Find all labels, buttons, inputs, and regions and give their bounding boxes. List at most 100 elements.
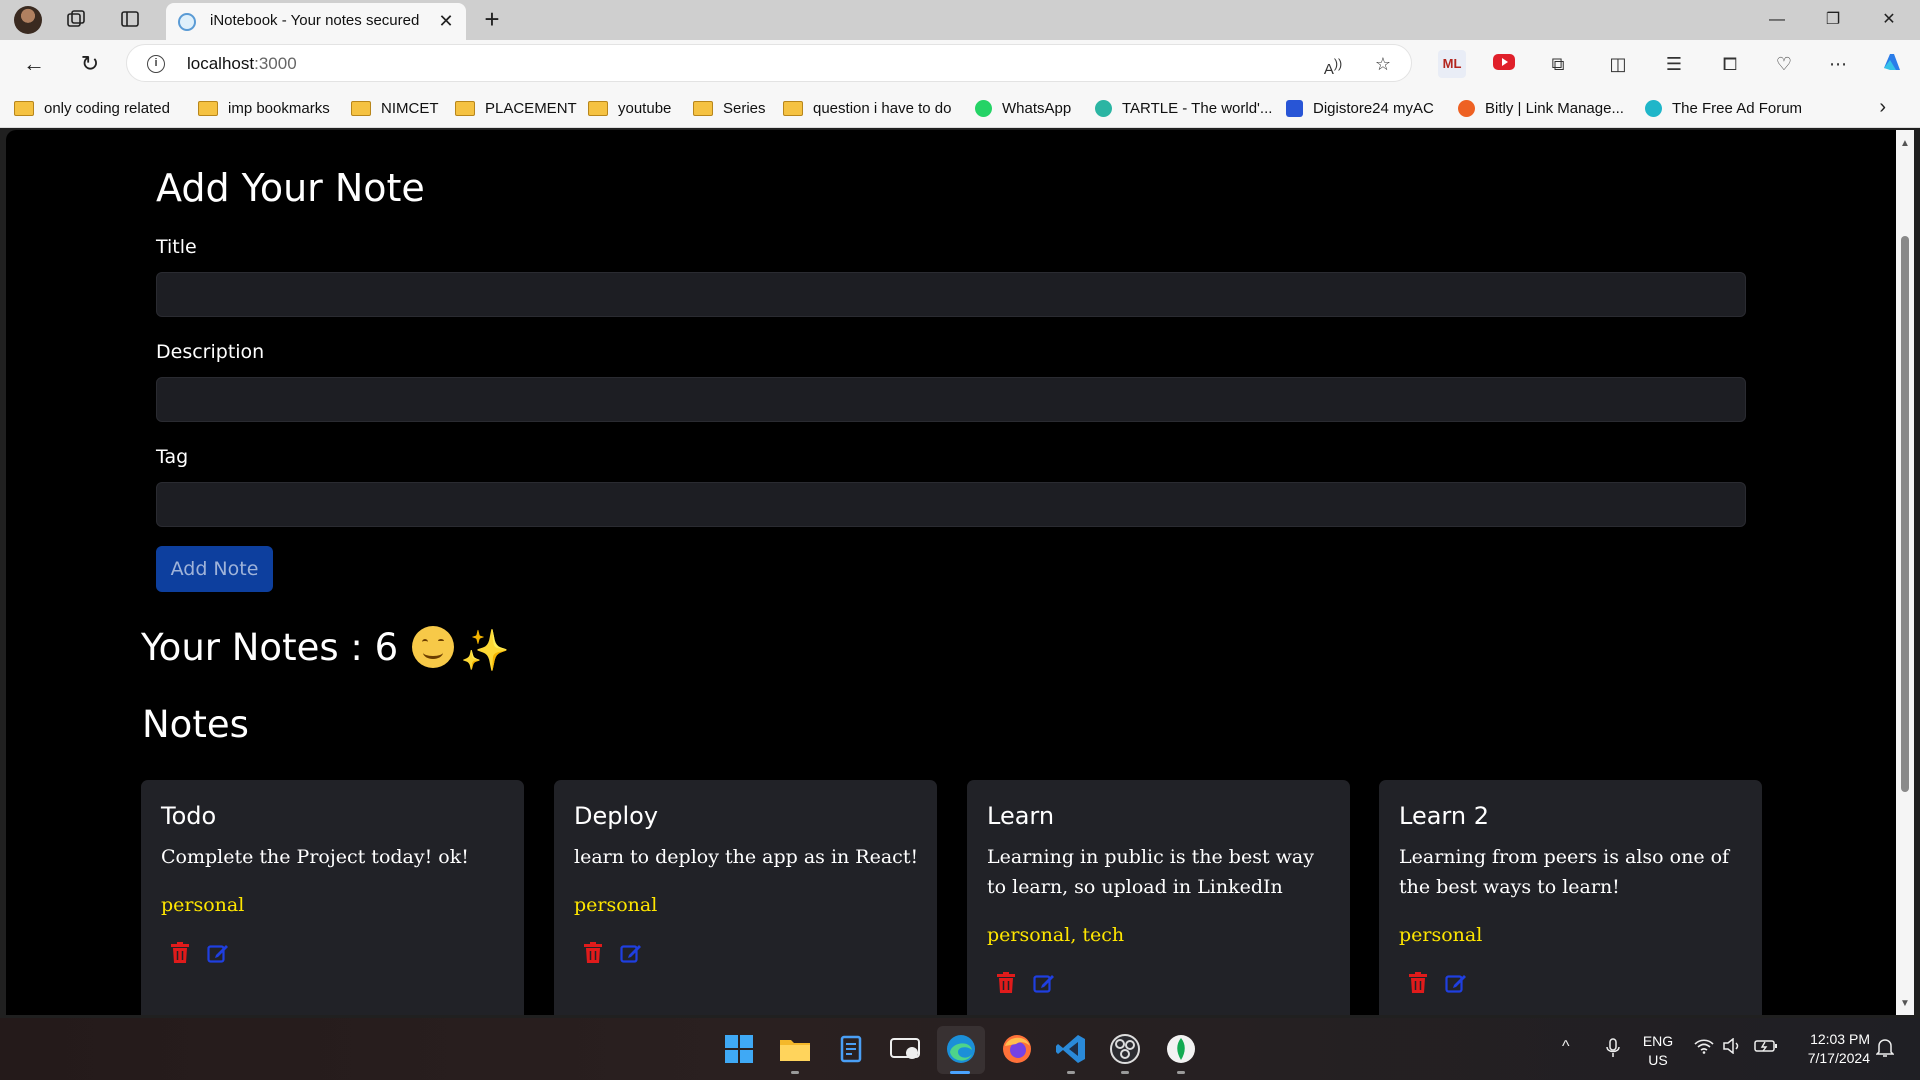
- edit-note-icon[interactable]: [620, 942, 642, 964]
- wifi-icon[interactable]: [1694, 1038, 1714, 1059]
- bookmark-tartle[interactable]: TARTLE - The world'...: [1095, 96, 1272, 120]
- folder-icon: [455, 100, 475, 116]
- extensions-puzzle-icon[interactable]: ⧉: [1544, 50, 1572, 78]
- clock-time: 12:03 PM: [1810, 1031, 1870, 1047]
- notification-bell-icon[interactable]: [1875, 1038, 1895, 1063]
- workspaces-icon[interactable]: [64, 8, 88, 32]
- edit-note-icon[interactable]: [1445, 972, 1467, 994]
- mongodb-compass-icon[interactable]: [1164, 1032, 1198, 1066]
- obs-running-indicator: [1121, 1071, 1129, 1074]
- add-note-heading: Add Your Note: [156, 166, 425, 210]
- browser-essentials-icon[interactable]: ♡: [1770, 50, 1798, 78]
- folder-icon: [198, 100, 218, 116]
- youtube-extension-icon[interactable]: [1490, 50, 1518, 78]
- notes-count-text: Your Notes : 6: [141, 626, 399, 669]
- note-title: Deploy: [574, 802, 659, 830]
- tab-close-icon[interactable]: ✕: [434, 9, 458, 33]
- bitly-icon: [1458, 99, 1475, 117]
- store-app-icon[interactable]: [834, 1032, 868, 1066]
- favorite-star-icon[interactable]: ☆: [1371, 52, 1395, 76]
- firefox-icon[interactable]: [1000, 1032, 1034, 1066]
- scroll-up-arrow-icon[interactable]: ▲: [1900, 138, 1910, 149]
- active-tab[interactable]: iNotebook - Your notes secured ✕: [166, 3, 466, 40]
- copilot-icon[interactable]: [1878, 50, 1906, 78]
- vertical-tabs-icon[interactable]: [118, 8, 142, 32]
- tag-input[interactable]: [156, 482, 1746, 527]
- microphone-icon[interactable]: [1605, 1038, 1621, 1063]
- site-info-icon[interactable]: i: [147, 55, 165, 73]
- note-card: Learn Learning in public is the best way…: [967, 780, 1350, 1015]
- description-input[interactable]: [156, 377, 1746, 422]
- bookmark-whatsapp[interactable]: WhatsApp: [975, 96, 1071, 120]
- file-explorer-icon[interactable]: [778, 1032, 812, 1066]
- bookmark-folder-only-coding[interactable]: only coding related: [14, 96, 170, 120]
- minimize-button[interactable]: —: [1754, 4, 1800, 36]
- remote-desktop-icon[interactable]: [888, 1032, 922, 1066]
- url-text: localhost:3000: [187, 54, 297, 73]
- note-card: Learn 2 Learning from peers is also one …: [1379, 780, 1762, 1015]
- bookmark-folder-placement[interactable]: PLACEMENT: [455, 96, 577, 120]
- refresh-button[interactable]: ↻: [74, 48, 106, 80]
- restore-button[interactable]: ❐: [1810, 4, 1856, 36]
- bookmark-free-ad-forum[interactable]: The Free Ad Forum: [1645, 96, 1802, 120]
- bookmark-bitly[interactable]: Bitly | Link Manage...: [1458, 96, 1624, 120]
- read-aloud-icon[interactable]: A)): [1321, 52, 1345, 78]
- description-label: Description: [156, 341, 265, 363]
- note-tag: personal: [574, 894, 658, 916]
- battery-icon[interactable]: [1754, 1038, 1778, 1059]
- delete-note-icon[interactable]: [1408, 972, 1430, 994]
- bookmark-folder-nimcet[interactable]: NIMCET: [351, 96, 439, 120]
- bookmarks-bar: only coding related imp bookmarks NIMCET…: [0, 88, 1920, 128]
- note-title: Learn 2: [1399, 802, 1489, 830]
- split-screen-icon[interactable]: ◫: [1604, 50, 1632, 78]
- extension-badge-icon[interactable]: ML: [1438, 50, 1466, 78]
- note-description: Learning from peers is also one of the b…: [1399, 846, 1730, 898]
- bookmark-folder-youtube[interactable]: youtube: [588, 96, 671, 120]
- bookmark-folder-series[interactable]: Series: [693, 96, 766, 120]
- page-scrollbar[interactable]: ▲ ▼: [1896, 130, 1914, 1015]
- vscode-icon[interactable]: [1054, 1032, 1088, 1066]
- delete-note-icon[interactable]: [996, 972, 1018, 994]
- notes-count-heading: Your Notes : 6 ✨: [141, 626, 510, 674]
- note-title: Learn: [987, 802, 1055, 830]
- bookmark-folder-questions[interactable]: question i have to do: [783, 96, 951, 120]
- delete-note-icon[interactable]: [170, 942, 192, 964]
- digistore24-icon: [1286, 99, 1303, 117]
- bookmarks-more-chevron-icon[interactable]: ›: [1879, 96, 1886, 119]
- edit-note-icon[interactable]: [207, 942, 229, 964]
- show-hidden-icons-chevron-icon[interactable]: ^: [1562, 1038, 1570, 1056]
- collections-icon[interactable]: ⧠: [1716, 50, 1744, 78]
- start-windows-icon[interactable]: [722, 1032, 756, 1066]
- favorites-icon[interactable]: ☰: [1660, 50, 1688, 78]
- title-label: Title: [156, 236, 197, 258]
- title-input[interactable]: [156, 272, 1746, 317]
- obs-studio-icon[interactable]: [1108, 1032, 1142, 1066]
- file-explorer-running-indicator: [791, 1071, 799, 1074]
- close-window-button[interactable]: ✕: [1866, 4, 1912, 36]
- more-menu-icon[interactable]: ⋯: [1824, 50, 1852, 78]
- bookmark-digistore24[interactable]: Digistore24 myAC: [1286, 96, 1434, 120]
- edge-browser-icon[interactable]: [944, 1032, 978, 1066]
- back-button[interactable]: ←: [18, 48, 50, 80]
- notes-heading: Notes: [142, 703, 249, 746]
- smile-emoji-icon: [412, 626, 455, 668]
- scroll-down-arrow-icon[interactable]: ▼: [1900, 998, 1910, 1009]
- input-language-indicator[interactable]: ENG US: [1640, 1032, 1676, 1070]
- edge-running-indicator: [950, 1071, 970, 1074]
- tartle-icon: [1095, 99, 1112, 117]
- volume-icon[interactable]: [1722, 1037, 1742, 1059]
- bookmark-folder-imp-bookmarks[interactable]: imp bookmarks: [198, 96, 330, 120]
- clock-date: 7/17/2024: [1807, 1050, 1870, 1066]
- folder-icon: [588, 100, 608, 116]
- clock[interactable]: 12:03 PM 7/17/2024: [1786, 1030, 1870, 1068]
- scrollbar-thumb[interactable]: [1901, 236, 1909, 792]
- region-text: US: [1648, 1052, 1668, 1068]
- delete-note-icon[interactable]: [583, 942, 605, 964]
- address-bar[interactable]: i localhost:3000 A)) ☆: [126, 44, 1412, 82]
- edit-note-icon[interactable]: [1033, 972, 1055, 994]
- profile-avatar[interactable]: [14, 6, 42, 34]
- add-note-button[interactable]: Add Note: [156, 546, 273, 592]
- note-card: Deploy learn to deploy the app as in Rea…: [554, 780, 937, 1015]
- new-tab-button[interactable]: +: [478, 6, 506, 34]
- note-description: learn to deploy the app as in React!: [574, 846, 919, 868]
